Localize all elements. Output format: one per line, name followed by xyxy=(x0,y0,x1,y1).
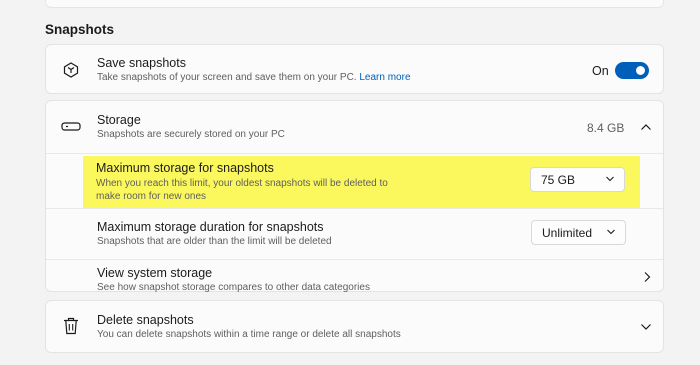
section-title: Snapshots xyxy=(45,22,115,37)
save-snapshots-toggle[interactable] xyxy=(615,62,649,79)
chevron-down-icon xyxy=(606,176,614,182)
max-storage-dropdown[interactable]: 75 GB xyxy=(530,167,625,192)
toggle-state-label: On xyxy=(592,64,609,78)
chevron-down-icon xyxy=(607,229,615,235)
save-snapshots-card: Save snapshots Take snapshots of your sc… xyxy=(45,44,664,94)
storage-divider-3 xyxy=(46,259,663,260)
max-duration-selected: Unlimited xyxy=(542,226,593,240)
chevron-right-icon[interactable] xyxy=(643,271,651,283)
previous-card-edge xyxy=(45,0,664,8)
storage-title: Storage xyxy=(97,113,141,127)
max-duration-title: Maximum storage duration for snapshots xyxy=(97,220,324,234)
max-storage-desc-line1: When you reach this limit, your oldest s… xyxy=(96,178,388,189)
save-snapshots-desc-text: Take snapshots of your screen and save t… xyxy=(97,72,357,83)
learn-more-link[interactable]: Learn more xyxy=(359,72,410,83)
delete-snapshots-card[interactable]: Delete snapshots You can delete snapshot… xyxy=(45,300,664,353)
snapshot-icon xyxy=(63,62,79,78)
system-storage-desc: See how snapshot storage compares to oth… xyxy=(97,282,370,293)
max-duration-dropdown[interactable]: Unlimited xyxy=(531,220,626,245)
save-snapshots-title: Save snapshots xyxy=(97,56,186,70)
storage-divider-1 xyxy=(46,153,663,154)
storage-divider-2 xyxy=(46,208,663,209)
save-snapshots-desc: Take snapshots of your screen and save t… xyxy=(97,71,411,85)
delete-snapshots-desc: You can delete snapshots within a time r… xyxy=(97,329,401,340)
max-storage-title: Maximum storage for snapshots xyxy=(96,161,274,175)
storage-used-value: 8.4 GB xyxy=(587,121,625,135)
storage-drive-icon xyxy=(61,122,81,131)
system-storage-title[interactable]: View system storage xyxy=(97,266,212,280)
trash-icon xyxy=(64,317,78,335)
chevron-up-icon[interactable] xyxy=(640,123,652,131)
max-storage-selected: 75 GB xyxy=(541,173,576,187)
delete-snapshots-title: Delete snapshots xyxy=(97,313,194,327)
storage-desc: Snapshots are securely stored on your PC xyxy=(97,129,285,140)
max-duration-desc: Snapshots that are older than the limit … xyxy=(97,236,332,247)
chevron-down-icon[interactable] xyxy=(640,323,652,331)
max-storage-desc-line2: make room for new ones xyxy=(96,191,207,202)
